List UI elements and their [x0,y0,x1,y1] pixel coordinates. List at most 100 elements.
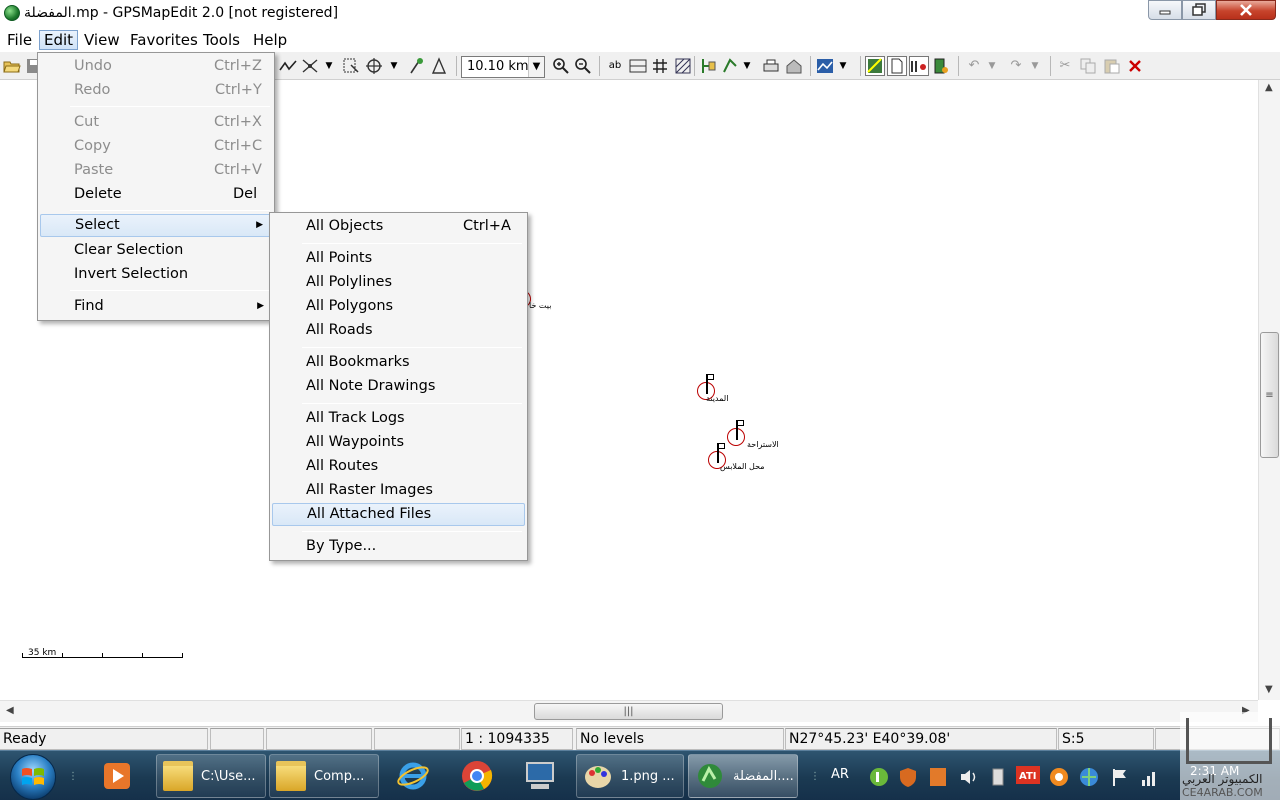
menu-item-all-points[interactable]: All Points [272,247,525,270]
restore-icon [1192,3,1206,16]
printer-icon[interactable] [761,56,781,76]
menu-item-all-waypoints[interactable]: All Waypoints [272,431,525,454]
menu-item-all-polygons[interactable]: All Polygons [272,295,525,318]
taskbar-item-explorer-users[interactable]: C:\Use... [156,754,266,798]
chevron-down-icon[interactable]: ▼ [387,56,401,76]
usb-device-icon[interactable] [988,766,1008,792]
network-computer-button[interactable] [515,754,565,798]
menu-item-all-objects[interactable]: All Objects Ctrl+A [272,215,525,238]
taskbar-grip-icon: ⋮ [68,770,78,782]
taskbar-item-gpsmapedit[interactable]: المفضلة.... [688,754,798,798]
chevron-down-icon[interactable]: ▼ [740,56,754,76]
chevron-down-icon[interactable]: ▼ [836,56,850,76]
km-grid-icon[interactable] [628,56,648,76]
tray-avast-icon[interactable] [1048,766,1070,792]
application-window: المفضلة.mp - GPSMapEdit 2.0 [not registe… [0,0,1280,800]
scroll-up-icon[interactable]: ▲ [1265,82,1273,93]
hatch-icon[interactable] [673,56,693,76]
poi-label: الاستراحة [747,440,779,449]
menu-view[interactable]: View [80,30,124,50]
menu-file[interactable]: File [3,30,36,50]
map-layer-icon[interactable] [815,56,835,76]
menu-item-label: Select [75,217,120,233]
ati-catalyst-icon[interactable]: ATI [1016,766,1040,788]
ruler-tool-icon[interactable] [429,56,449,76]
add-branch-icon[interactable] [720,56,740,76]
menu-item-select[interactable]: Select ▶ [40,214,272,237]
menu-item-all-roads[interactable]: All Roads [272,319,525,342]
menu-item-all-track-logs[interactable]: All Track Logs [272,407,525,430]
open-folder-icon[interactable] [2,56,22,76]
tray-java-icon[interactable] [928,766,948,792]
gpsmapedit-app-icon[interactable] [4,5,20,21]
labels-toggle-icon[interactable]: ab [605,56,625,76]
move-tool-icon[interactable] [364,56,384,76]
horizontal-scroll-thumb[interactable]: ||| [534,703,723,720]
node-tool-icon[interactable] [300,56,320,76]
gps-tracker-icon[interactable] [931,56,951,76]
minimize-button[interactable] [1148,0,1182,20]
map-view-icon[interactable] [865,56,885,76]
house-icon[interactable] [784,56,804,76]
polyline-tool-icon[interactable] [278,56,298,76]
internet-explorer-button[interactable] [388,754,438,798]
select-area-icon[interactable] [341,56,361,76]
status-s-value: S:5 [1058,728,1154,750]
menu-help[interactable]: Help [249,30,291,50]
undo-icon: ↶ [968,58,980,73]
page-view-icon[interactable] [887,56,907,76]
menu-item-all-note-drawings[interactable]: All Note Drawings [272,375,525,398]
vertical-scroll-thumb[interactable]: ≡ [1260,332,1279,458]
menu-separator [302,243,522,244]
menu-item-all-attached-files[interactable]: All Attached Files [272,503,525,526]
pin-tool-icon[interactable] [406,56,426,76]
zoom-in-icon[interactable] [551,56,571,76]
toolbar-separator [860,56,861,76]
chrome-button[interactable] [452,754,502,798]
language-indicator[interactable]: AR [831,767,849,782]
menu-item-delete[interactable]: Delete Del [40,183,272,206]
menu-item-label: Redo [74,82,111,98]
script-icon[interactable] [909,56,929,76]
menu-item-label: Cut [74,114,99,130]
menu-item-invert-selection[interactable]: Invert Selection [40,263,272,286]
menu-edit[interactable]: Edit [39,30,79,50]
menu-tools[interactable]: Tools [199,30,244,50]
internet-explorer-icon [397,762,429,790]
menu-item-all-polylines[interactable]: All Polylines [272,271,525,294]
restore-button[interactable] [1182,0,1216,20]
taskbar-item-computer[interactable]: Comp... [269,754,379,798]
chevron-down-icon[interactable]: ▼ [528,57,544,77]
tray-app-icon[interactable] [868,766,890,792]
signal-strength-icon[interactable] [1140,766,1160,792]
scroll-left-icon[interactable]: ◀ [6,705,14,716]
scroll-down-icon[interactable]: ▼ [1265,684,1273,695]
vertical-scrollbar[interactable]: ▲ ≡ ▼ [1258,80,1280,700]
shortcut-label: Del [233,186,258,202]
grid-icon[interactable] [650,56,670,76]
menu-item-all-routes[interactable]: All Routes [272,455,525,478]
add-point-icon[interactable] [698,56,718,76]
tray-shield-icon[interactable] [898,766,918,792]
action-center-flag-icon[interactable] [1110,766,1130,792]
menu-favorites[interactable]: Favorites [126,30,202,50]
network-globe-icon[interactable] [1078,766,1100,792]
media-player-button[interactable] [94,754,140,798]
menu-item-clear-selection[interactable]: Clear Selection [40,239,272,262]
status-cell [210,728,264,750]
menu-item-find[interactable]: Find ▶ [40,295,272,318]
menu-item-label: Clear Selection [74,242,184,258]
menu-item-by-type[interactable]: By Type... [272,535,525,558]
menu-item-all-raster-images[interactable]: All Raster Images [272,479,525,502]
delete-icon[interactable] [1125,56,1145,76]
horizontal-scrollbar[interactable]: ◀ ||| ▶ [0,700,1258,722]
start-button[interactable] [10,754,56,800]
zoom-scale-select[interactable]: 10.10 km ▼ [461,56,545,78]
chevron-down-icon[interactable]: ▼ [322,56,336,76]
taskbar-item-paint[interactable]: 1.png ... [576,754,684,798]
zoom-out-icon[interactable] [573,56,593,76]
toolbar-separator [694,56,695,76]
close-button[interactable] [1216,0,1276,20]
menu-item-all-bookmarks[interactable]: All Bookmarks [272,351,525,374]
volume-icon[interactable] [958,766,980,792]
